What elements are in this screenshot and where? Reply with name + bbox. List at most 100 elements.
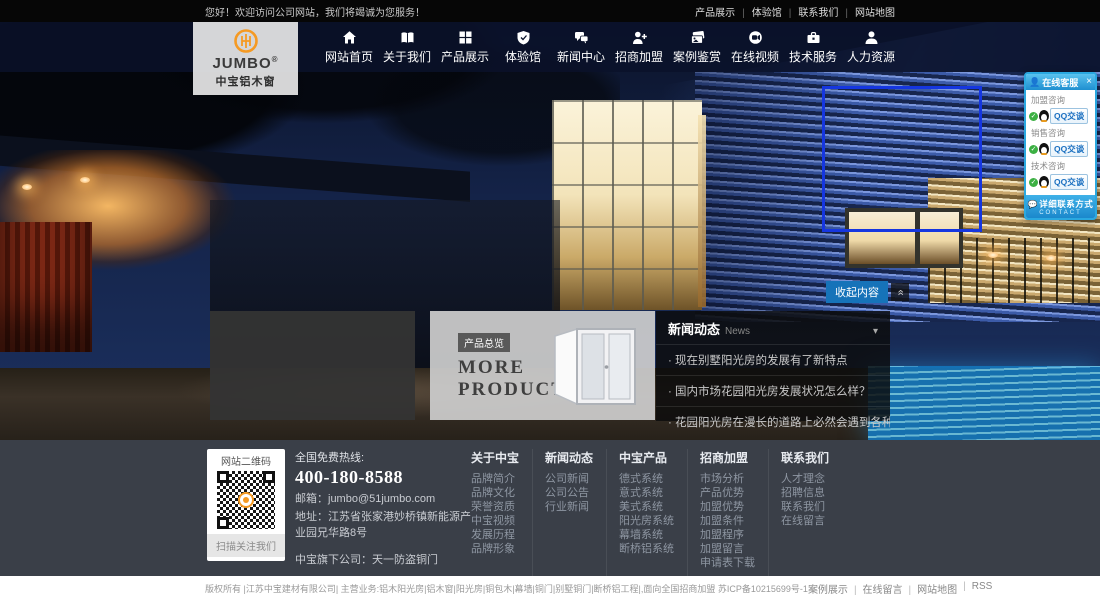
footer-column-title: 招商加盟 [700, 449, 755, 466]
footer-link[interactable]: 申请表下载 [700, 556, 755, 570]
news-header: 新闻动态 News ▾ [656, 311, 890, 344]
hotline-number: 400-180-8588 [295, 467, 471, 488]
topbar-link[interactable]: 体验馆 [735, 4, 782, 19]
footer-link[interactable]: 加盟程序 [700, 528, 755, 542]
nav-item-products[interactable]: 产品展示 [436, 22, 494, 72]
footer-link[interactable]: 招聘信息 [781, 486, 829, 500]
shield-icon [516, 30, 531, 45]
company-logo[interactable]: JUMBO® 中宝铝木窗 [193, 22, 298, 95]
footer-link[interactable]: 品牌简介 [471, 472, 519, 486]
bottombar-link[interactable]: RSS [957, 581, 992, 596]
check-icon: ✓ [1029, 145, 1038, 154]
hero-light-dot [80, 177, 90, 183]
footer-link[interactable]: 品牌形象 [471, 542, 519, 556]
footer-link[interactable]: 联系我们 [781, 500, 829, 514]
footer-link[interactable]: 断桥铝系统 [619, 542, 674, 556]
footer-link[interactable]: 意式系统 [619, 486, 674, 500]
footer-link[interactable]: 在线留言 [781, 514, 829, 528]
service-group: 销售咨询 ✓ QQ交谈 [1029, 127, 1092, 157]
news-subtitle: News [725, 326, 873, 337]
nav-item-home[interactable]: 网站首页 [320, 22, 378, 72]
topbar-link[interactable]: 联系我们 [782, 4, 839, 19]
logo-subtitle: 中宝铝木窗 [216, 73, 276, 89]
chat-bubble-icon: 💬 [1028, 200, 1038, 209]
footer-link[interactable]: 美式系统 [619, 500, 674, 514]
footer-link[interactable]: 中宝视频 [471, 514, 519, 528]
footer-column-about: 关于中宝 品牌简介品牌文化荣誉资质中宝视频发展历程品牌形象 [471, 449, 533, 576]
service-user-icon: 👤 [1029, 78, 1040, 87]
footer-link[interactable]: 公司新闻 [545, 472, 593, 486]
close-icon[interactable]: × [1086, 77, 1092, 87]
service-qq-row: ✓ QQ交谈 [1029, 174, 1092, 190]
footer-link[interactable]: 人才理念 [781, 472, 829, 486]
footer-link[interactable]: 幕墙系统 [619, 528, 674, 542]
collapse-content-button[interactable]: 收起内容 [826, 281, 888, 303]
topbar-link[interactable]: 产品展示 [695, 4, 735, 19]
nav-item-experience[interactable]: 体验馆 [494, 22, 552, 72]
qq-penguin-icon [1039, 110, 1049, 122]
hero-edge-glow [698, 115, 706, 307]
footer-column-title: 联系我们 [781, 449, 829, 466]
footer-address: 地址：江苏省张家港妙桥镇新能源产业园兄华路8号 [295, 510, 471, 542]
collapse-arrow-button[interactable]: « [891, 283, 909, 301]
bottombar-link[interactable]: 案例展示 [808, 581, 848, 596]
footer-link[interactable]: 产品优势 [700, 486, 755, 500]
footer-contact: 全国免费热线: 400-180-8588 邮箱：jumbo@51jumbo.co… [295, 449, 471, 576]
footer-link[interactable]: 发展历程 [471, 528, 519, 542]
footer-email: 邮箱：jumbo@51jumbo.com [295, 492, 471, 508]
gallery-icon [690, 30, 705, 45]
footer-link[interactable]: 行业新闻 [545, 500, 593, 514]
bottombar-link[interactable]: 在线留言 [848, 581, 903, 596]
chevron-up-icon: « [895, 289, 906, 295]
service-panel-body: 加盟咨询 ✓ QQ交谈 销售咨询 ✓ [1026, 90, 1095, 195]
footer-link[interactable]: 公司公告 [545, 486, 593, 500]
service-contact-footer[interactable]: 💬详细联系方式 CONTACT [1026, 195, 1095, 218]
footer-column-title: 中宝产品 [619, 449, 674, 466]
service-qq-row: ✓ QQ交谈 [1029, 141, 1092, 157]
nav-item-cases[interactable]: 案例鉴赏 [668, 22, 726, 72]
footer-link[interactable]: 品牌文化 [471, 486, 519, 500]
news-item[interactable]: · 花园阳光房在漫长的道路上必然会遇到各种挑战 [656, 406, 890, 437]
footer-link[interactable]: 荣誉资质 [471, 500, 519, 514]
news-title: 新闻动态 [668, 319, 720, 338]
more-products-box[interactable]: 产品总览 MORE PRODUCTS [430, 311, 655, 420]
topbar-links: 产品展示体验馆联系我们网站地图 [695, 4, 895, 19]
collapse-row: 收起内容 « [826, 281, 909, 303]
nav-item-about[interactable]: 关于我们 [378, 22, 436, 72]
toolbox-icon [806, 30, 821, 45]
service-group-label: 销售咨询 [1031, 127, 1092, 139]
footer-link[interactable]: 加盟留言 [700, 542, 755, 556]
qr-logo-badge [238, 492, 254, 508]
products-tag: 产品总览 [458, 333, 510, 352]
topbar-link[interactable]: 网站地图 [838, 4, 895, 19]
footer-link[interactable]: 加盟条件 [700, 514, 755, 528]
footer-link[interactable]: 市场分析 [700, 472, 755, 486]
footer-subsidiary: 中宝旗下公司：天一防盗铜门 [295, 551, 471, 567]
chevron-down-icon[interactable]: ▾ [873, 326, 878, 337]
footer-link[interactable]: 德式系统 [619, 472, 674, 486]
news-item[interactable]: · 国内市场花园阳光房发展状况怎么样？ [656, 375, 890, 406]
nav-item-video[interactable]: 在线视频 [726, 22, 784, 72]
nav-item-news[interactable]: 新闻中心 [552, 22, 610, 72]
hero-highlight-box [822, 86, 982, 232]
qq-chat-button[interactable]: QQ交谈 [1050, 174, 1088, 190]
nav-item-join[interactable]: 招商加盟 [610, 22, 668, 72]
book-icon [400, 30, 415, 45]
nav-label: 招商加盟 [615, 48, 663, 65]
news-item[interactable]: · 现在别墅阳光房的发展有了新特点 [656, 344, 890, 375]
page: 您好！欢迎访问公司网站，我们将竭诚为您服务！ 产品展示体验馆联系我们网站地图 网… [0, 0, 1100, 601]
qq-chat-button[interactable]: QQ交谈 [1050, 141, 1088, 157]
footer-link[interactable]: 阳光房系统 [619, 514, 674, 528]
user-plus-icon [632, 30, 647, 45]
qr-title: 网站二维码 [221, 449, 271, 470]
bottombar-link[interactable]: 网站地图 [903, 581, 958, 596]
copyright-text: 版权所有 |江苏中宝建材有限公司| 主营业务:铝木阳光房|铝木窗|阳光房|铜包木… [205, 582, 808, 595]
footer-link[interactable]: 加盟优势 [700, 500, 755, 514]
qr-card: 网站二维码 扫描关注我们 [207, 449, 285, 561]
nav-item-hr[interactable]: 人力资源 [842, 22, 900, 72]
service-group-label: 技术咨询 [1031, 160, 1092, 172]
logo-name: JUMBO® [212, 56, 278, 73]
service-group: 加盟咨询 ✓ QQ交谈 [1029, 94, 1092, 124]
nav-item-tech[interactable]: 技术服务 [784, 22, 842, 72]
qq-chat-button[interactable]: QQ交谈 [1050, 108, 1088, 124]
